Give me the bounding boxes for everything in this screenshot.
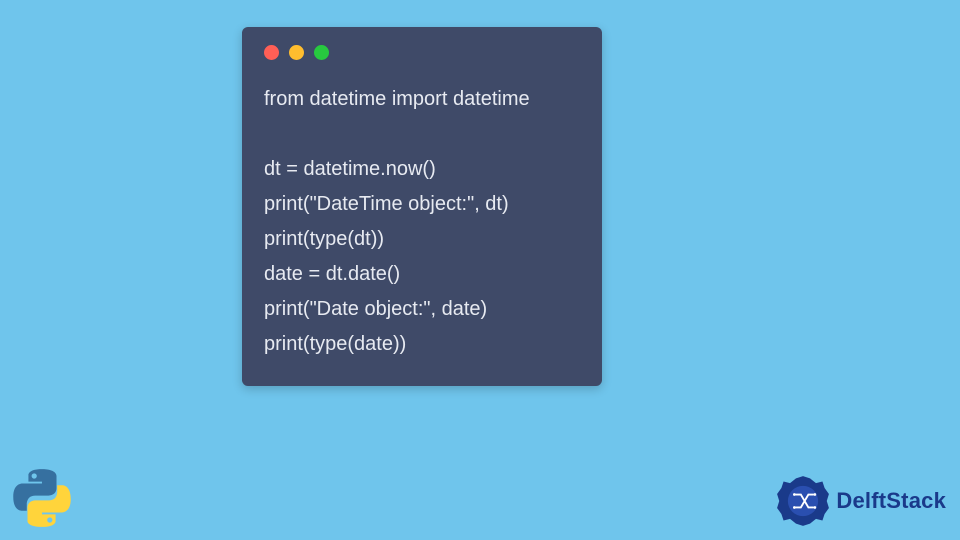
- code-card: from datetime import datetime dt = datet…: [242, 27, 602, 386]
- window-dot-zoom-icon: [314, 45, 329, 60]
- code-line: print("DateTime object:", dt): [264, 193, 509, 215]
- code-line: from datetime import datetime: [264, 88, 530, 110]
- code-block: from datetime import datetime dt = datet…: [264, 82, 580, 362]
- code-line: dt = datetime.now(): [264, 158, 436, 180]
- code-line: print("Date object:", date): [264, 298, 487, 320]
- window-dots: [264, 45, 580, 60]
- code-line: date = dt.date(): [264, 263, 400, 285]
- code-line: print(type(date)): [264, 333, 406, 355]
- python-logo-icon: [12, 468, 72, 528]
- code-line: print(type(dt)): [264, 228, 384, 250]
- brand-name: DelftStack: [836, 488, 946, 514]
- window-dot-minimize-icon: [289, 45, 304, 60]
- window-dot-close-icon: [264, 45, 279, 60]
- delftstack-brand: DelftStack: [776, 474, 946, 528]
- delftstack-badge-icon: [776, 474, 830, 528]
